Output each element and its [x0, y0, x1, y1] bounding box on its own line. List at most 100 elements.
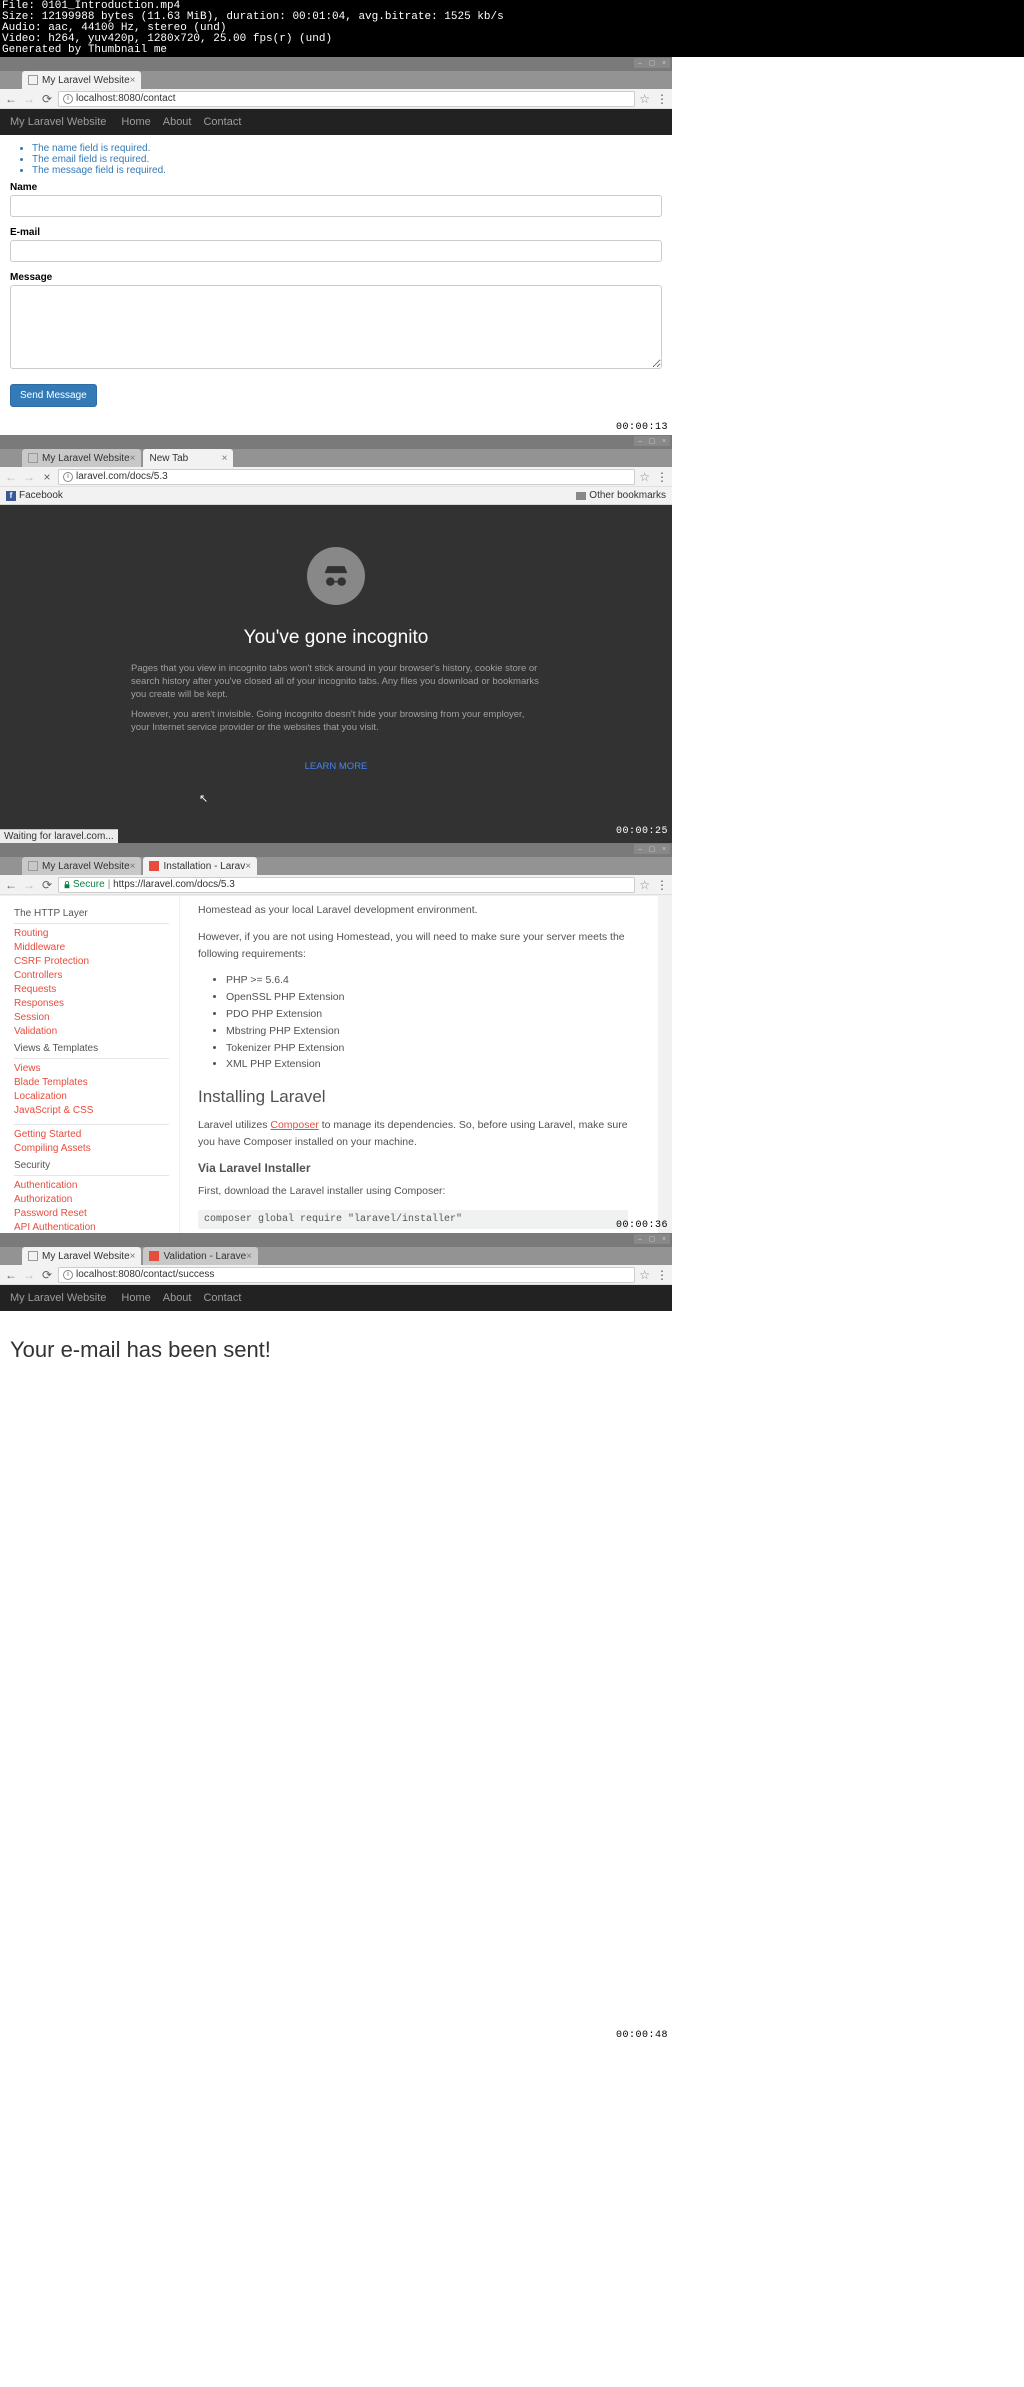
navbar-brand[interactable]: My Laravel Website [10, 116, 106, 128]
back-button[interactable]: ← [4, 470, 18, 484]
cursor-icon: ↖ [199, 792, 208, 805]
tab-new-tab[interactable]: New Tab × [143, 449, 233, 467]
back-button[interactable]: ← [4, 878, 18, 892]
browser-menu-icon[interactable]: ⋮ [656, 878, 668, 892]
forward-button[interactable]: → [22, 878, 36, 892]
close-window-button[interactable]: × [658, 436, 670, 446]
close-window-button[interactable]: × [658, 844, 670, 854]
sidebar-link[interactable]: Compiling Assets [14, 1143, 169, 1154]
docs-p-however: However, if you are not using Homestead,… [198, 929, 628, 963]
sidebar-link[interactable]: Responses [14, 998, 169, 1009]
close-tab-icon[interactable]: × [130, 453, 136, 464]
minimize-button[interactable]: – [634, 1234, 646, 1244]
docs-p-homestead: Homestead as your local Laravel developm… [198, 902, 628, 919]
window-titlebar: – ▢ × [0, 843, 672, 857]
url-input[interactable]: i laravel.com/docs/5.3 [58, 469, 635, 485]
tab-my-laravel[interactable]: My Laravel Website × [22, 857, 141, 875]
back-button[interactable]: ← [4, 1268, 18, 1282]
other-bookmarks[interactable]: Other bookmarks [576, 490, 666, 501]
forward-button[interactable]: → [22, 92, 36, 106]
sidebar-link[interactable]: Requests [14, 984, 169, 995]
nav-home[interactable]: Home [121, 116, 150, 128]
reload-button[interactable]: ⟳ [40, 1268, 54, 1282]
maximize-button[interactable]: ▢ [646, 58, 658, 68]
secure-badge[interactable]: Secure [63, 879, 105, 890]
sidebar-link[interactable]: Authorization [14, 1194, 169, 1205]
sidebar-link[interactable]: Getting Started [14, 1129, 169, 1140]
info-icon[interactable]: i [63, 472, 73, 482]
browser-menu-icon[interactable]: ⋮ [656, 1268, 668, 1282]
stop-button[interactable]: × [40, 470, 54, 484]
sidebar-link[interactable]: Middleware [14, 942, 169, 953]
tab-validation[interactable]: Validation - Larave × [143, 1247, 258, 1265]
sidebar-link[interactable]: Authentication [14, 1180, 169, 1191]
sidebar-link[interactable]: Localization [14, 1091, 169, 1102]
minimize-button[interactable]: – [634, 58, 646, 68]
url-input[interactable]: i localhost:8080/contact [58, 91, 635, 107]
sidebar-link[interactable]: Views [14, 1063, 169, 1074]
window-titlebar: – ▢ × [0, 57, 672, 71]
timecode: 00:00:48 [616, 2030, 668, 2041]
url-input[interactable]: Secure | https://laravel.com/docs/5.3 [58, 877, 635, 893]
maximize-button[interactable]: ▢ [646, 1234, 658, 1244]
browser-menu-icon[interactable]: ⋮ [656, 92, 668, 106]
minimize-button[interactable]: – [634, 844, 646, 854]
url-input[interactable]: i localhost:8080/contact/success [58, 1267, 635, 1283]
sidebar-link[interactable]: API Authentication [14, 1222, 169, 1233]
tab-installation[interactable]: Installation - Larav × [143, 857, 257, 875]
learn-more-link[interactable]: LEARN MORE [305, 761, 368, 772]
sidebar-link[interactable]: JavaScript & CSS [14, 1105, 169, 1116]
success-page: Your e-mail has been sent! [0, 1311, 672, 1389]
close-tab-icon[interactable]: × [130, 75, 136, 86]
nav-contact[interactable]: Contact [203, 116, 241, 128]
maximize-button[interactable]: ▢ [646, 844, 658, 854]
browser-menu-icon[interactable]: ⋮ [656, 470, 668, 484]
close-window-button[interactable]: × [658, 1234, 670, 1244]
close-tab-icon[interactable]: × [246, 1251, 252, 1262]
close-window-button[interactable]: × [658, 58, 670, 68]
email-input[interactable] [10, 240, 662, 262]
nav-home[interactable]: Home [121, 1292, 150, 1304]
scrollbar[interactable] [658, 896, 672, 1233]
tab-my-laravel[interactable]: My Laravel Website × [22, 449, 141, 467]
sidebar-link[interactable]: Routing [14, 928, 169, 939]
sidebar-link[interactable]: Controllers [14, 970, 169, 981]
message-textarea[interactable] [10, 285, 662, 369]
reload-button[interactable]: ⟳ [40, 92, 54, 106]
composer-link[interactable]: Composer [270, 1119, 318, 1131]
tab-my-laravel[interactable]: My Laravel Website × [22, 1247, 141, 1265]
site-navbar: My Laravel Website Home About Contact [0, 1285, 672, 1311]
bookmark-star-icon[interactable]: ☆ [639, 470, 650, 484]
info-icon[interactable]: i [63, 94, 73, 104]
reload-button[interactable]: ⟳ [40, 878, 54, 892]
success-message: Your e-mail has been sent! [10, 1337, 662, 1363]
nav-about[interactable]: About [163, 116, 192, 128]
frame-2: – ▢ × My Laravel Website × New Tab × ← →… [0, 435, 672, 843]
bookmark-star-icon[interactable]: ☆ [639, 92, 650, 106]
close-tab-icon[interactable]: × [130, 1251, 136, 1262]
navbar-brand[interactable]: My Laravel Website [10, 1292, 106, 1304]
forward-button[interactable]: → [22, 1268, 36, 1282]
sidebar-link[interactable]: Blade Templates [14, 1077, 169, 1088]
sidebar-link[interactable]: Validation [14, 1026, 169, 1037]
forward-button[interactable]: → [22, 470, 36, 484]
close-tab-icon[interactable]: × [245, 861, 251, 872]
nav-about[interactable]: About [163, 1292, 192, 1304]
send-message-button[interactable]: Send Message [10, 384, 97, 407]
bookmark-facebook[interactable]: Facebook [19, 490, 63, 501]
sidebar-link[interactable]: CSRF Protection [14, 956, 169, 967]
sidebar-link[interactable]: Password Reset [14, 1208, 169, 1219]
frame-3: – ▢ × My Laravel Website × Installation … [0, 843, 672, 1233]
close-tab-icon[interactable]: × [222, 453, 228, 464]
sidebar-link[interactable]: Session [14, 1012, 169, 1023]
maximize-button[interactable]: ▢ [646, 436, 658, 446]
nav-contact[interactable]: Contact [203, 1292, 241, 1304]
minimize-button[interactable]: – [634, 436, 646, 446]
name-input[interactable] [10, 195, 662, 217]
info-icon[interactable]: i [63, 1270, 73, 1280]
bookmark-star-icon[interactable]: ☆ [639, 1268, 650, 1282]
bookmark-star-icon[interactable]: ☆ [639, 878, 650, 892]
back-button[interactable]: ← [4, 92, 18, 106]
close-tab-icon[interactable]: × [130, 861, 136, 872]
tab-my-laravel[interactable]: My Laravel Website × [22, 71, 141, 89]
